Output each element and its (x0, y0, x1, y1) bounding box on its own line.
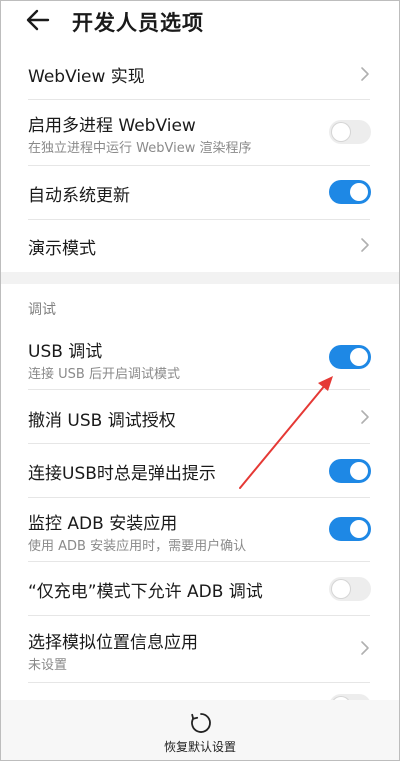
usb-debugging-toggle[interactable] (329, 345, 371, 369)
row-title: 演示模式 (28, 239, 96, 259)
row-title: 连接USB时总是弹出提示 (28, 464, 216, 484)
page-title: 开发人员选项 (72, 11, 204, 35)
restore-icon[interactable] (189, 711, 213, 735)
row-monitor-adb-install[interactable]: 监控 ADB 安装应用 使用 ADB 安装应用时，需要用户确认 (0, 498, 400, 560)
row-title: USB 调试 (28, 342, 103, 362)
toggle-knob (350, 348, 368, 366)
row-webview-implementation[interactable]: WebView 实现 (0, 50, 400, 96)
row-title: WebView 实现 (28, 67, 145, 87)
chevron-right-icon (361, 641, 369, 655)
arrow-left-icon[interactable] (22, 4, 54, 36)
charge-only-adb-toggle[interactable] (329, 577, 371, 601)
row-subtitle: 使用 ADB 安装应用时，需要用户确认 (28, 539, 247, 554)
row-subtitle: 未设置 (28, 658, 68, 673)
row-title: 撤消 USB 调试授权 (28, 411, 176, 431)
toggle-knob (332, 123, 350, 141)
restore-defaults-button[interactable]: 恢复默认设置 (0, 738, 400, 755)
section-header-debug: 调试 (28, 302, 56, 318)
chevron-right-icon (361, 410, 369, 424)
row-charge-only-adb[interactable]: “仅充电”模式下允许 ADB 调试 (0, 562, 400, 614)
row-title: 选择模拟位置信息应用 (28, 633, 198, 653)
row-usb-debugging[interactable]: USB 调试 连接 USB 后开启调试模式 (0, 330, 400, 388)
row-mock-location-app[interactable]: 选择模拟位置信息应用 未设置 (0, 616, 400, 680)
multiprocess-webview-toggle[interactable] (329, 120, 371, 144)
toggle-knob (350, 183, 368, 201)
row-title: “仅充电”模式下允许 ADB 调试 (28, 582, 263, 602)
toggle-knob (350, 520, 368, 538)
row-demo-mode[interactable]: 演示模式 (0, 220, 400, 270)
toggle-knob (350, 462, 368, 480)
chevron-right-icon (361, 67, 369, 81)
row-subtitle: 在独立进程中运行 WebView 渲染程序 (28, 141, 252, 156)
divider (28, 682, 370, 683)
row-subtitle: 连接 USB 后开启调试模式 (28, 367, 180, 382)
row-auto-system-update[interactable]: 自动系统更新 (0, 166, 400, 216)
monitor-adb-install-toggle[interactable] (329, 517, 371, 541)
row-title: 监控 ADB 安装应用 (28, 514, 178, 534)
row-revoke-usb-authorization[interactable]: 撤消 USB 调试授权 (0, 390, 400, 442)
row-multiprocess-webview[interactable]: 启用多进程 WebView 在独立进程中运行 WebView 渲染程序 (0, 100, 400, 162)
usb-connect-prompt-toggle[interactable] (329, 459, 371, 483)
top-bar: 开发人员选项 (0, 0, 400, 44)
row-title: 启用多进程 WebView (28, 116, 196, 136)
auto-system-update-toggle[interactable] (329, 180, 371, 204)
toggle-knob (332, 580, 350, 598)
row-usb-connect-prompt[interactable]: 连接USB时总是弹出提示 (0, 444, 400, 496)
chevron-right-icon (361, 238, 369, 252)
section-separator (0, 272, 400, 284)
row-title: 自动系统更新 (28, 186, 130, 206)
